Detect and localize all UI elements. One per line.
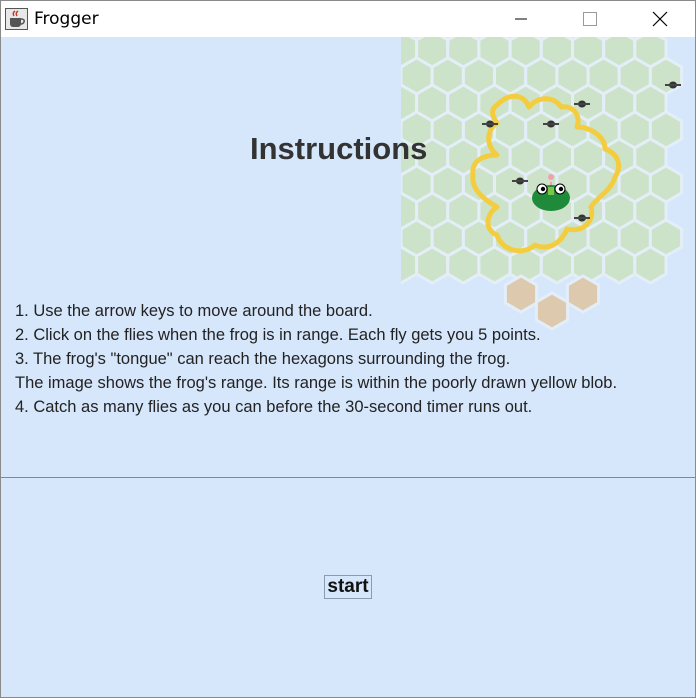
window-title: Frogger [34, 9, 99, 29]
instruction-line: 3. The frog's "tongue" can reach the hex… [15, 350, 511, 368]
start-button[interactable]: start [324, 575, 372, 599]
instructions-heading: Instructions [250, 131, 428, 166]
instruction-line: The image shows the frog's range. Its ra… [15, 374, 618, 392]
hex-tile [477, 245, 512, 285]
minimize-button[interactable] [498, 1, 544, 37]
instruction-line: 4. Catch as many flies as you can before… [15, 398, 533, 416]
close-icon [652, 11, 668, 27]
hex-tile [446, 245, 481, 285]
instructions-list: 1. Use the arrow keys to move around the… [15, 299, 617, 419]
close-button[interactable] [637, 1, 683, 37]
frog-range-image [401, 37, 684, 331]
java-cup-icon [5, 8, 28, 30]
hex-tile [602, 245, 637, 285]
instruction-line: 1. Use the arrow keys to move around the… [15, 302, 373, 320]
maximize-button[interactable] [567, 1, 613, 37]
frogger-window: Frogger Instructions 1. Use the arrow ke… [0, 0, 696, 698]
controls-panel: start [1, 478, 695, 697]
title-bar[interactable]: Frogger [1, 1, 695, 37]
maximize-icon [583, 12, 597, 26]
instruction-line: 2. Click on the flies when the frog is i… [15, 326, 541, 344]
hex-tile [633, 245, 668, 285]
hex-tile [539, 245, 574, 285]
instructions-panel: Instructions 1. Use the arrow keys to mo… [1, 37, 695, 477]
hex-grid [401, 37, 684, 331]
minimize-icon [515, 18, 527, 20]
hex-tile [415, 245, 450, 285]
